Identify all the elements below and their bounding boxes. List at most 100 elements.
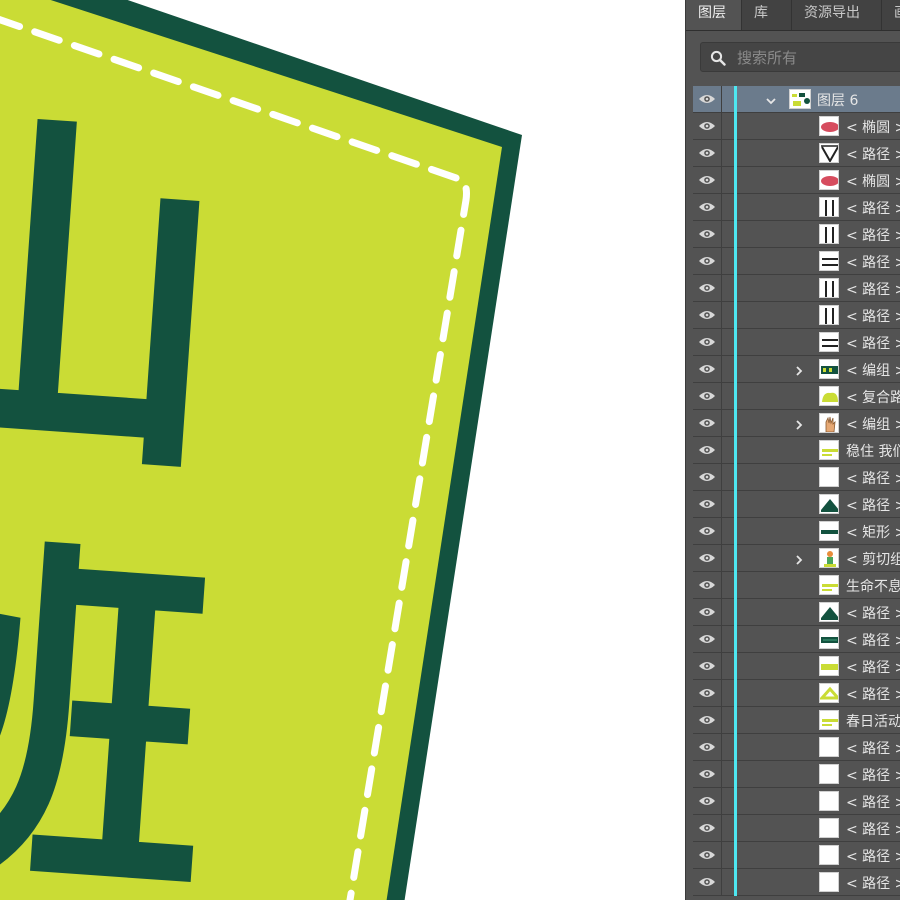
visibility-eye-icon[interactable] bbox=[693, 707, 722, 733]
layer-name[interactable]: < 路径 > bbox=[846, 738, 900, 758]
visibility-eye-icon[interactable] bbox=[693, 842, 722, 868]
layer-name[interactable]: < 路径 > bbox=[846, 468, 900, 488]
layer-item-row[interactable]: < 椭圆 > bbox=[693, 167, 900, 194]
visibility-eye-icon[interactable] bbox=[693, 410, 722, 436]
visibility-eye-icon[interactable] bbox=[693, 140, 722, 166]
layer-name[interactable]: 春日活动 bbox=[846, 711, 900, 731]
layer-item-row[interactable]: < 路径 > bbox=[693, 653, 900, 680]
layer-item-row[interactable]: < 路径 > bbox=[693, 788, 900, 815]
visibility-eye-icon[interactable] bbox=[693, 464, 722, 490]
visibility-eye-icon[interactable] bbox=[693, 653, 722, 679]
layer-name[interactable]: < 路径 > bbox=[846, 225, 900, 245]
visibility-eye-icon[interactable] bbox=[693, 599, 722, 625]
layer-name[interactable]: < 椭圆 > bbox=[846, 171, 900, 191]
layer-item-row[interactable]: < 路径 > bbox=[693, 734, 900, 761]
visibility-eye-icon[interactable] bbox=[693, 194, 722, 220]
layer-item-row[interactable]: 生命不息 bbox=[693, 572, 900, 599]
visibility-eye-icon[interactable] bbox=[693, 329, 722, 355]
layer-item-row[interactable]: < 编组 > bbox=[693, 410, 900, 437]
layer-name[interactable]: < 路径 > bbox=[846, 684, 900, 704]
visibility-eye-icon[interactable] bbox=[693, 545, 722, 571]
layer-item-row[interactable]: < 路径 > bbox=[693, 599, 900, 626]
search-input[interactable] bbox=[735, 47, 900, 69]
layer-name[interactable]: < 编组 > bbox=[846, 414, 900, 434]
layer-item-row[interactable]: < 路径 > bbox=[693, 140, 900, 167]
visibility-eye-icon[interactable] bbox=[693, 167, 722, 193]
layer-name[interactable]: < 剪切组 > bbox=[846, 549, 900, 569]
layer-item-row[interactable]: < 矩形 > bbox=[693, 518, 900, 545]
layer-name[interactable]: < 路径 > bbox=[846, 873, 900, 893]
layer-name[interactable]: < 路径 > bbox=[846, 657, 900, 677]
layer-name[interactable]: < 编组 > bbox=[846, 360, 900, 380]
layer-name[interactable]: 图层 6 bbox=[817, 90, 858, 110]
layer-item-row[interactable]: < 路径 > bbox=[693, 464, 900, 491]
layer-name[interactable]: < 路径 > bbox=[846, 198, 900, 218]
tab-asset-export[interactable]: 资源导出 bbox=[792, 0, 882, 30]
tab-libraries[interactable]: 库 bbox=[742, 0, 792, 30]
visibility-eye-icon[interactable] bbox=[693, 248, 722, 274]
visibility-eye-icon[interactable] bbox=[693, 113, 722, 139]
artboard-canvas[interactable]: 山 班 bbox=[0, 0, 685, 900]
layer-item-row[interactable]: < 复合路径 > bbox=[693, 383, 900, 410]
visibility-eye-icon[interactable] bbox=[693, 815, 722, 841]
layer-name[interactable]: 生命不息 bbox=[846, 576, 900, 596]
layer-item-row[interactable]: < 路径 > bbox=[693, 248, 900, 275]
layer-name[interactable]: < 椭圆 > bbox=[846, 117, 900, 137]
chevron-down-icon[interactable] bbox=[765, 92, 777, 105]
layer-name[interactable]: < 路径 > bbox=[846, 765, 900, 785]
layer-item-row[interactable]: < 路径 > bbox=[693, 626, 900, 653]
layer-item-row[interactable]: 稳住 我们能赢 bbox=[693, 437, 900, 464]
visibility-eye-icon[interactable] bbox=[693, 626, 722, 652]
visibility-eye-icon[interactable] bbox=[693, 356, 722, 382]
layer-item-row[interactable]: < 路径 > bbox=[693, 815, 900, 842]
visibility-eye-icon[interactable] bbox=[693, 788, 722, 814]
layer-item-row[interactable]: 春日活动 bbox=[693, 707, 900, 734]
layer-item-row[interactable]: < 剪切组 > bbox=[693, 545, 900, 572]
layer-item-row[interactable]: < 路径 > bbox=[693, 329, 900, 356]
layer-name[interactable]: < 路径 > bbox=[846, 144, 900, 164]
layer-name[interactable]: < 路径 > bbox=[846, 306, 900, 326]
visibility-eye-icon[interactable] bbox=[693, 734, 722, 760]
visibility-eye-icon[interactable] bbox=[693, 761, 722, 787]
layer-name[interactable]: 稳住 我们能赢 bbox=[846, 441, 900, 461]
layer-name[interactable]: < 复合路径 > bbox=[846, 387, 900, 407]
layer-item-row[interactable]: < 路径 > bbox=[693, 842, 900, 869]
chevron-right-icon[interactable] bbox=[793, 551, 805, 565]
visibility-eye-icon[interactable] bbox=[693, 491, 722, 517]
layer-item-row[interactable]: < 路径 > bbox=[693, 221, 900, 248]
visibility-eye-icon[interactable] bbox=[693, 302, 722, 328]
visibility-eye-icon[interactable] bbox=[693, 869, 722, 895]
tab-artboards[interactable]: 画 bbox=[882, 0, 900, 30]
layer-name[interactable]: < 路径 > bbox=[846, 252, 900, 272]
chevron-right-icon[interactable] bbox=[793, 362, 805, 376]
layer-name[interactable]: < 路径 > bbox=[846, 333, 900, 353]
chevron-right-icon[interactable] bbox=[793, 416, 805, 430]
layer-name[interactable]: < 路径 > bbox=[846, 279, 900, 299]
layer-name[interactable]: < 路径 > bbox=[846, 846, 900, 866]
layer-item-row[interactable]: < 椭圆 > bbox=[693, 113, 900, 140]
visibility-eye-icon[interactable] bbox=[693, 680, 722, 706]
layer-name[interactable]: < 路径 > bbox=[846, 495, 900, 515]
layer-item-row[interactable]: < 路径 > bbox=[693, 275, 900, 302]
visibility-eye-icon[interactable] bbox=[693, 437, 722, 463]
visibility-eye-icon[interactable] bbox=[693, 572, 722, 598]
visibility-eye-icon[interactable] bbox=[693, 275, 722, 301]
visibility-eye-icon[interactable] bbox=[693, 221, 722, 247]
visibility-eye-icon[interactable] bbox=[693, 518, 722, 544]
layer-name[interactable]: < 路径 > bbox=[846, 792, 900, 812]
layer-name[interactable]: < 路径 > bbox=[846, 603, 900, 623]
layer-row[interactable]: 图层 6 bbox=[693, 86, 900, 113]
layer-item-row[interactable]: < 路径 > bbox=[693, 761, 900, 788]
layer-item-row[interactable]: < 路径 > bbox=[693, 194, 900, 221]
layer-item-row[interactable]: < 路径 > bbox=[693, 869, 900, 896]
layer-item-row[interactable]: < 路径 > bbox=[693, 302, 900, 329]
layer-name[interactable]: < 矩形 > bbox=[846, 522, 900, 542]
layer-name[interactable]: < 路径 > bbox=[846, 819, 900, 839]
visibility-eye-icon[interactable] bbox=[693, 86, 722, 112]
layer-name[interactable]: < 路径 > bbox=[846, 630, 900, 650]
tab-layers[interactable]: 图层 bbox=[686, 0, 742, 30]
layer-item-row[interactable]: < 路径 > bbox=[693, 680, 900, 707]
layer-item-row[interactable]: < 路径 > bbox=[693, 491, 900, 518]
visibility-eye-icon[interactable] bbox=[693, 383, 722, 409]
layer-item-row[interactable]: < 编组 > bbox=[693, 356, 900, 383]
